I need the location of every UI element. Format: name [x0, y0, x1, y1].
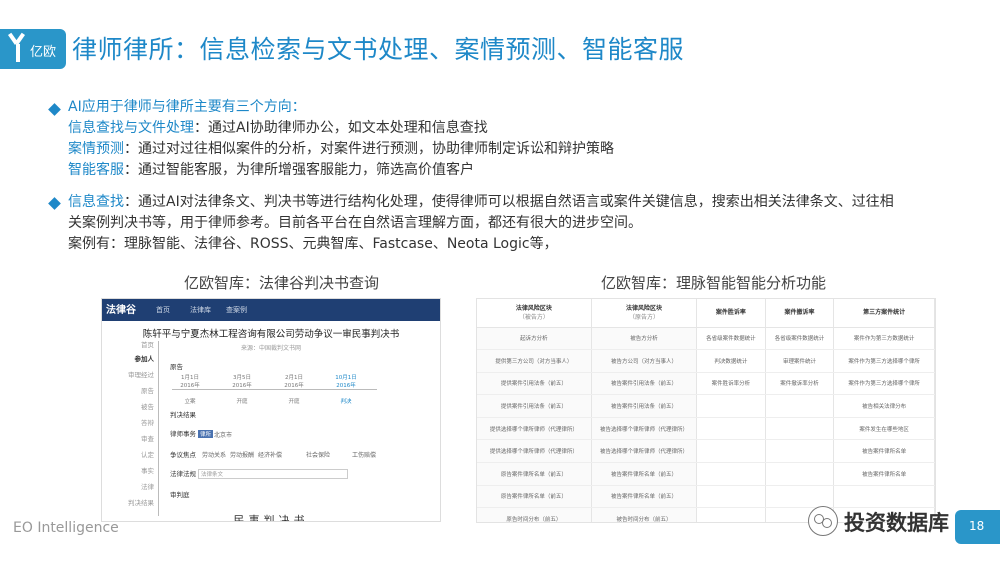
- lawfirm-location: 北京市: [214, 432, 233, 439]
- filter-option[interactable]: 社会保险: [306, 450, 330, 459]
- side-item: 审理经过: [128, 371, 154, 379]
- direction-key: 智能客服: [68, 162, 124, 178]
- nav-item: 查案例: [226, 306, 247, 314]
- analysis-table-screenshot: 法律风险区块 （被告方） 法律风险区块 （原告方） 案件胜诉率 案件撤诉率 第三方案…: [476, 298, 936, 523]
- table-row: 提供案件引用法条（前五） 被告案件引用法条（前五） 被告相关法律分布: [477, 394, 935, 418]
- filter-option[interactable]: 经济补偿: [258, 450, 282, 459]
- side-item: 事实: [141, 467, 154, 475]
- filter-option[interactable]: 劳动关系: [202, 450, 226, 459]
- judgment-title: 陈轩平与宁夏杰林工程咨询有限公司劳动争议一审民事判决书: [142, 329, 400, 340]
- section-label: 判决结果: [170, 411, 196, 419]
- side-item: 法律: [141, 483, 154, 491]
- site-nav-bar: 法律谷 首页 法律库 查案例: [102, 299, 440, 321]
- side-rail: [158, 341, 159, 516]
- logo-mark-icon: [8, 32, 28, 63]
- section-label: 法律法规: [170, 470, 196, 478]
- logo-badge: 亿欧: [0, 29, 66, 69]
- nav-item: 首页: [156, 306, 170, 314]
- side-item: 首页: [141, 341, 154, 349]
- caption-right: 亿欧智库：理脉智能智能分析功能: [601, 274, 827, 292]
- lawfirm-tag: 律所: [198, 430, 214, 438]
- law-search-input[interactable]: 法律条文: [198, 469, 348, 479]
- bullet-1-line-3: 智能客服：通过智能客服，为律所增强客服能力，筛选高价值客户: [68, 160, 614, 181]
- side-item: 原告: [141, 387, 154, 395]
- info-search-text: ：通过AI对法律条文、判决书等进行结构化处理，使得律师可以根据自然语言或案件关键…: [124, 194, 894, 210]
- direction-text: ：通过智能客服，为律所增强客服能力，筛选高价值客户: [124, 162, 474, 178]
- direction-text: ：通过AI协助律师办公，如文本处理和信息查找: [194, 120, 488, 136]
- column-header: 法律风险区块 （原告方）: [591, 299, 698, 328]
- info-search-key: 信息查找: [68, 194, 124, 210]
- page-number-badge: 18: [955, 510, 1000, 544]
- bullet-2: 信息查找：通过AI对法律条文、判决书等进行结构化处理，使得律师可以根据自然语言或…: [68, 192, 948, 255]
- section-label: 争议焦点: [170, 451, 196, 459]
- watermark-text: 投资数据库: [844, 511, 949, 535]
- caption-left: 亿欧智库：法律谷判决书查询: [184, 274, 380, 292]
- timeline-step: 10月1日 2016年 判决: [335, 375, 357, 405]
- timeline-step: 1月1日 2016年 立案: [180, 375, 200, 405]
- column-header: 案件胜诉率: [696, 299, 766, 328]
- bullet-2-line-1: 信息查找：通过AI对法律条文、判决书等进行结构化处理，使得律师可以根据自然语言或…: [68, 192, 948, 213]
- table-header-row: 法律风险区块 （被告方） 法律风险区块 （原告方） 案件胜诉率 案件撤诉率 第三方案…: [477, 299, 935, 328]
- timeline-step: 3月5日 2016年 开庭: [232, 375, 252, 405]
- bullet-diamond-icon: [48, 197, 61, 210]
- filter-option[interactable]: 劳动报酬: [230, 450, 254, 459]
- bullet-1: AI应用于律师与律所主要有三个方向： 信息查找与文件处理：通过AI协助律师办公，…: [68, 97, 614, 181]
- timeline-step: 2月1日 2016年 开庭: [284, 375, 304, 405]
- page-number: 18: [969, 519, 985, 533]
- bullet-diamond-icon: [48, 103, 61, 116]
- bullet-1-line-2: 案情预测：通过对过往相似案件的分析，对案件进行预测，协助律师制定诉讼和辩护策略: [68, 139, 614, 160]
- bullet-2-line-2: 关案例判决书等，用于律师参考。目前各平台在自然语言理解方面，都还有很大的进步空间…: [68, 215, 642, 231]
- bullet-2-cases: 案例有：理脉智能、法律谷、ROSS、元典智库、Fastcase、Neota Lo…: [68, 236, 558, 252]
- table-row: 提供第三方公司（对方当事人） 被告方公司（对方当事人） 判决数据统计 审理案件统计 案件…: [477, 349, 935, 373]
- section-label: 原告: [170, 363, 183, 371]
- footer-brand: EO Intelligence: [13, 520, 119, 536]
- table-row: 提供选择哪个律所律师（代理律所） 被告选择哪个律所律师（代理律所） 被告案件律所名单: [477, 439, 935, 464]
- side-item: 认定: [141, 451, 154, 459]
- page-title: 律师律所：信息检索与文书处理、案情预测、智能客服: [72, 35, 685, 64]
- side-item: 判决结果: [128, 499, 154, 507]
- site-brand: 法律谷: [106, 305, 136, 316]
- direction-key: 案情预测: [68, 141, 124, 157]
- bullet-1-head: AI应用于律师与律所主要有三个方向：: [68, 99, 306, 115]
- table-row: 起诉方分析 被告方分析 各省级案件数据统计 各省级案件数据统计 案件作为第三方数据统计: [477, 327, 935, 351]
- column-header: 案件撤诉率: [765, 299, 835, 328]
- side-item: 审查: [141, 435, 154, 443]
- judgment-search-screenshot: 法律谷 首页 法律库 查案例 陈轩平与宁夏杰林工程咨询有限公司劳动争议一审民事判…: [101, 298, 441, 522]
- side-item: 被告: [141, 403, 154, 411]
- column-header: 法律风险区块 （被告方）: [477, 299, 592, 328]
- wechat-icon: [808, 506, 838, 536]
- filter-option[interactable]: 工伤赔偿: [352, 450, 376, 459]
- direction-key: 信息查找与文件处理: [68, 120, 194, 136]
- table-row: 原告案件律所名单（前五） 被告案件律所名单（前五）: [477, 485, 935, 509]
- table-row: 提供案件引用法条（前五） 被告案件引用法条（前五） 案件胜诉率分析 案件撤诉率分析 案件…: [477, 372, 935, 396]
- section-label: 律师事务: [170, 430, 196, 438]
- nav-item: 法律库: [190, 306, 211, 314]
- analysis-table: 法律风险区块 （被告方） 法律风险区块 （原告方） 案件胜诉率 案件撤诉率 第三方案…: [477, 299, 935, 522]
- judgment-heading: 民事判决书: [233, 514, 309, 522]
- side-item: 参加人: [134, 355, 155, 363]
- column-header: 第三方案件统计: [833, 299, 935, 328]
- table-row: 提供选择哪个律所律师（代理律所） 被告选择哪个律所律师（代理律所） 案件发生在哪些地…: [477, 417, 935, 441]
- logo-text: 亿欧: [30, 45, 57, 60]
- bullet-1-line-1: 信息查找与文件处理：通过AI协助律师办公，如文本处理和信息查找: [68, 118, 614, 139]
- side-item: 答辩: [141, 419, 154, 427]
- section-label: 审判庭: [170, 491, 190, 499]
- direction-text: ：通过对过往相似案件的分析，对案件进行预测，协助律师制定诉讼和辩护策略: [124, 141, 614, 157]
- table-row: 原告案件律所名单（前五） 被告案件律所名单（前五） 被告案件律所名单: [477, 462, 935, 486]
